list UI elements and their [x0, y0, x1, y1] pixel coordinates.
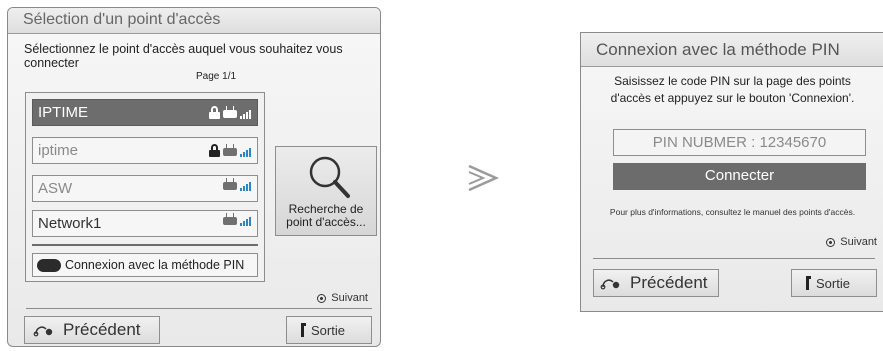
- access-point-name: Network1: [38, 215, 102, 232]
- chevron-right-icon: [468, 164, 500, 192]
- access-point-item[interactable]: Network1: [32, 210, 258, 237]
- toggle-pill-icon: [37, 259, 61, 272]
- radio-dot-icon: [826, 237, 836, 247]
- search-label-line2: point d'accès...: [286, 215, 366, 229]
- dialog-title: Connexion avec la méthode PIN: [581, 33, 883, 67]
- pin-method-button[interactable]: Connexion avec la méthode PIN: [32, 253, 258, 277]
- access-point-name: iptime: [38, 142, 79, 159]
- access-point-selection-dialog: Sélection d'un point d'accès Sélectionne…: [7, 7, 381, 347]
- exit-label: Sortie: [816, 275, 850, 291]
- access-point-item[interactable]: IPTIME: [32, 99, 258, 126]
- exit-button[interactable]: Sortie: [791, 269, 877, 297]
- exit-label: Sortie: [311, 322, 345, 338]
- wifi-signal-icon: [240, 110, 251, 119]
- wifi-signal-icon: [240, 217, 251, 226]
- exit-icon: [806, 276, 811, 290]
- next-label: Suivant: [840, 236, 877, 248]
- back-arrow-icon: [33, 326, 53, 337]
- pin-number-field: PIN NUBMER : 12345670: [613, 129, 866, 156]
- back-button[interactable]: Précédent: [24, 316, 160, 344]
- back-label: Précédent: [630, 273, 708, 292]
- back-arrow-icon: [600, 279, 620, 290]
- pin-method-dialog: Connexion avec la méthode PIN Saisissez …: [580, 32, 883, 312]
- wifi-signal-icon: [240, 148, 251, 157]
- instruction-text: Saisissez le code PIN sur la page des po…: [581, 73, 883, 107]
- instruction-line1: Saisissez le code PIN sur la page des po…: [614, 74, 851, 88]
- access-point-item[interactable]: iptime: [32, 137, 258, 164]
- access-point-list: IPTIME iptime ASW Network1 Connexion ave…: [25, 92, 265, 282]
- info-text: Pour plus d'informations, consultez le m…: [609, 207, 856, 217]
- page-indicator: Page 1/1: [196, 71, 237, 82]
- access-point-name: IPTIME: [38, 104, 89, 121]
- dialog-title: Sélection d'un point d'accès: [8, 8, 380, 34]
- exit-button[interactable]: Sortie: [286, 316, 372, 344]
- next-indicator: Suivant: [826, 236, 877, 248]
- radio-dot-icon: [317, 293, 327, 303]
- access-point-name: ASW: [38, 180, 73, 197]
- connect-button[interactable]: Connecter: [613, 163, 866, 190]
- next-label: Suivant: [331, 292, 368, 304]
- wifi-signal-icon: [240, 182, 251, 191]
- instruction-text: Sélectionnez le point d'accès auquel vou…: [24, 42, 343, 70]
- pin-method-label: Connexion avec la méthode PIN: [65, 258, 245, 272]
- router-icon: [223, 106, 237, 118]
- next-indicator: Suivant: [317, 292, 368, 304]
- back-label: Précédent: [63, 320, 141, 339]
- router-icon: [223, 213, 237, 225]
- divider-line: [593, 258, 875, 259]
- magnifier-icon: [309, 156, 350, 198]
- back-button[interactable]: Précédent: [593, 269, 719, 297]
- divider-line: [26, 308, 372, 309]
- list-divider: [32, 244, 258, 246]
- lock-icon: [209, 144, 220, 157]
- instruction-line2: d'accès et appuyez sur le bouton 'Connex…: [610, 91, 855, 105]
- lock-icon: [209, 106, 220, 119]
- router-icon: [223, 178, 237, 190]
- router-icon: [223, 144, 237, 156]
- exit-icon: [301, 323, 306, 337]
- search-access-point-button[interactable]: Recherche de point d'accès...: [275, 146, 377, 236]
- access-point-item[interactable]: ASW: [32, 175, 258, 202]
